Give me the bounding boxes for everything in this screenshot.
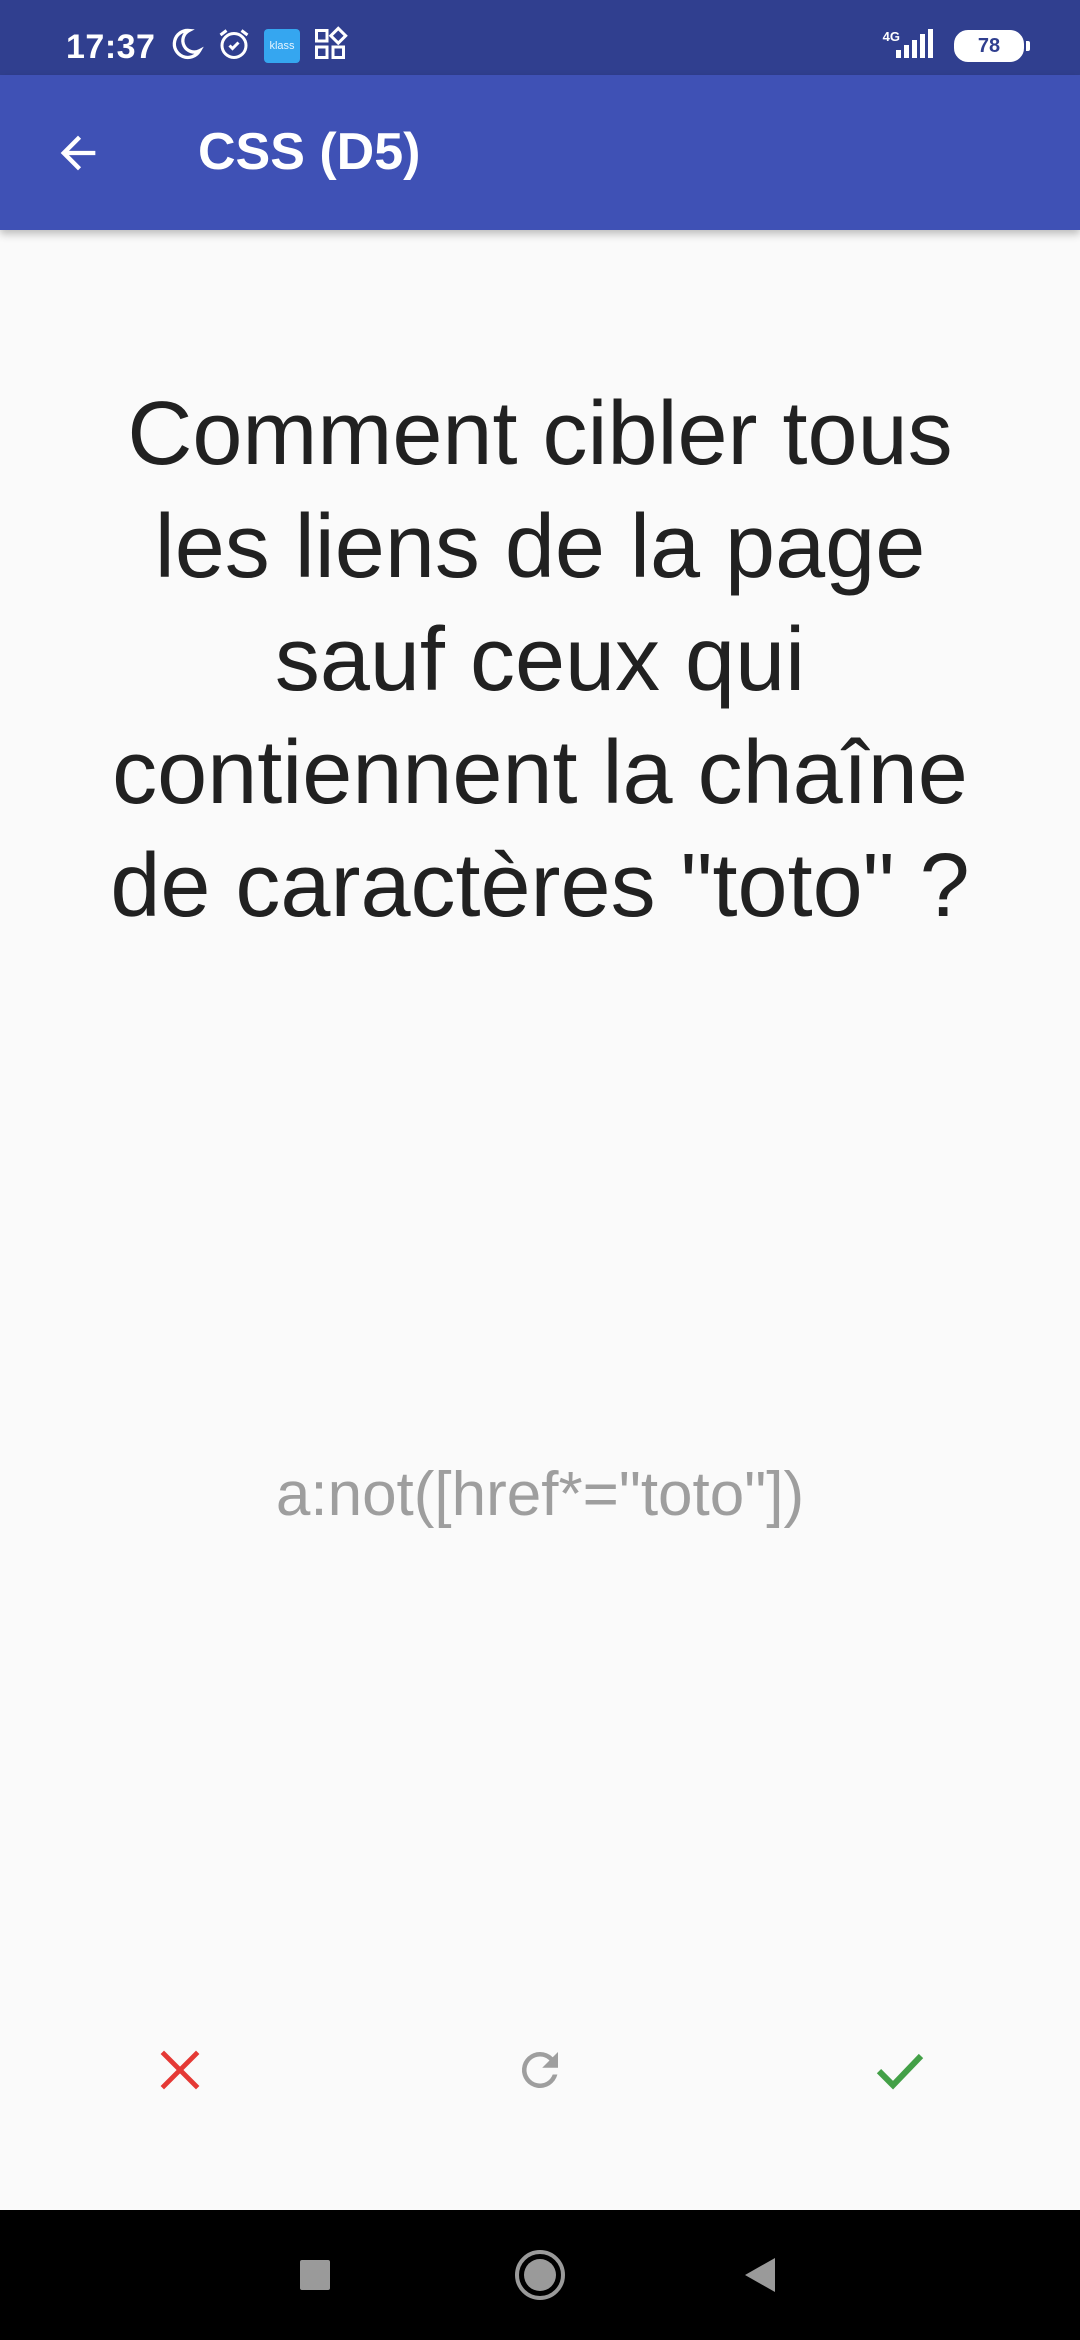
answer-actions [0,2020,1080,2120]
app-bar: CSS (D5) [0,75,1080,230]
flashcard-question: Comment cibler tous les liens de la page… [110,384,970,936]
klass-app-icon: klass [264,29,300,63]
back-button[interactable] [40,115,116,191]
recents-button[interactable] [275,2235,355,2315]
square-icon [300,2260,330,2290]
right-answer-button[interactable] [850,2020,950,2120]
battery-icon: 78 [954,30,1030,62]
alarm-icon [216,26,252,67]
circle-icon [515,2250,565,2300]
system-nav-bar [0,2210,1080,2340]
check-icon [876,2053,924,2090]
screen: 17:37 klass 4G 78 CSS (D5) Comment cible… [0,0,1080,2340]
status-bar: 17:37 klass 4G 78 [0,0,1080,75]
status-time: 17:37 [66,28,156,66]
close-icon [160,2050,200,2090]
arrow-left-icon [60,135,96,171]
flashcard-answer: a:not([href*="toto"]) [275,1460,805,1529]
triangle-left-icon [745,2258,775,2292]
wrong-answer-button[interactable] [130,2020,230,2120]
moon-icon [168,26,204,67]
page-title: CSS (D5) [198,123,421,181]
status-right-icons: 4G 78 [882,28,1030,64]
network-type: 4G [882,28,900,44]
home-button[interactable] [500,2235,580,2315]
grid-app-icon [312,25,348,67]
refresh-icon [521,2052,558,2088]
status-left-icons: klass [168,25,360,67]
reset-button[interactable] [490,2020,590,2120]
nav-back-button[interactable] [720,2235,800,2315]
